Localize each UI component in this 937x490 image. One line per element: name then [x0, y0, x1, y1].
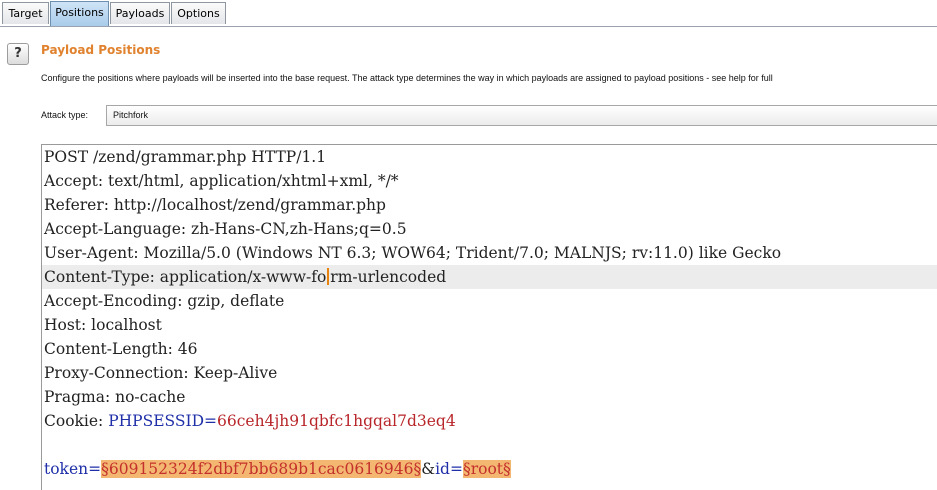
- header-referer: Referer: http://localhost/zend/grammar.p…: [44, 196, 386, 214]
- tab-target[interactable]: Target: [2, 2, 49, 24]
- help-button[interactable]: ?: [7, 43, 29, 65]
- header-proxy-connection: Proxy-Connection: Keep-Alive: [44, 364, 278, 382]
- header-pragma: Pragma: no-cache: [44, 388, 186, 406]
- text-caret: [327, 268, 330, 285]
- attack-type-select[interactable]: Pitchfork: [106, 105, 937, 126]
- param-token-equals: =: [88, 460, 102, 478]
- header-content-type: Content-Type: application/x-www-fo rm-url…: [42, 265, 937, 289]
- header-content-length: Content-Length: 46: [44, 340, 198, 358]
- cookie-equals: =: [204, 412, 218, 430]
- content-type-text-before-caret: Content-Type: application/x-www-fo: [44, 268, 327, 286]
- header-accept-encoding: Accept-Encoding: gzip, deflate: [44, 292, 285, 310]
- tab-payloads[interactable]: Payloads: [110, 2, 170, 24]
- request-line: POST /zend/grammar.php HTTP/1.1: [44, 148, 327, 166]
- content-type-text-after-caret: rm-urlencoded: [330, 268, 447, 286]
- cookie-name: PHPSESSID: [108, 412, 205, 430]
- section-description: Configure the positions where payloads w…: [41, 73, 773, 83]
- section-title: Payload Positions: [41, 43, 161, 57]
- param-separator: &: [421, 460, 436, 478]
- header-host: Host: localhost: [44, 316, 162, 334]
- tab-strip: Target Positions Payloads Options: [0, 0, 937, 27]
- header-user-agent: User-Agent: Mozilla/5.0 (Windows NT 6.3;…: [44, 244, 782, 262]
- payload-position-token[interactable]: §609152324f2dbf7bb689b1cac0616946§: [101, 460, 422, 478]
- attack-type-label: Attack type:: [41, 110, 89, 120]
- cookie-label: Cookie:: [44, 412, 109, 430]
- param-id-name: id: [435, 460, 450, 478]
- tab-options[interactable]: Options: [171, 2, 226, 24]
- header-accept: Accept: text/html, application/xhtml+xml…: [44, 172, 399, 190]
- header-cookie: Cookie: PHPSESSID=66ceh4jh91qbfc1hgqal7d…: [44, 409, 456, 433]
- request-editor[interactable]: POST /zend/grammar.php HTTP/1.1 Accept: …: [41, 144, 937, 490]
- payload-position-id[interactable]: §root§: [462, 460, 511, 478]
- header-accept-language: Accept-Language: zh-Hans-CN,zh-Hans;q=0.…: [44, 220, 407, 238]
- param-token-name: token: [44, 460, 89, 478]
- tab-positions[interactable]: Positions: [50, 1, 109, 26]
- request-body: token=§609152324f2dbf7bb689b1cac0616946§…: [44, 457, 511, 481]
- cookie-value: 66ceh4jh91qbfc1hgqal7d3eq4: [217, 412, 456, 430]
- param-id-equals: =: [449, 460, 463, 478]
